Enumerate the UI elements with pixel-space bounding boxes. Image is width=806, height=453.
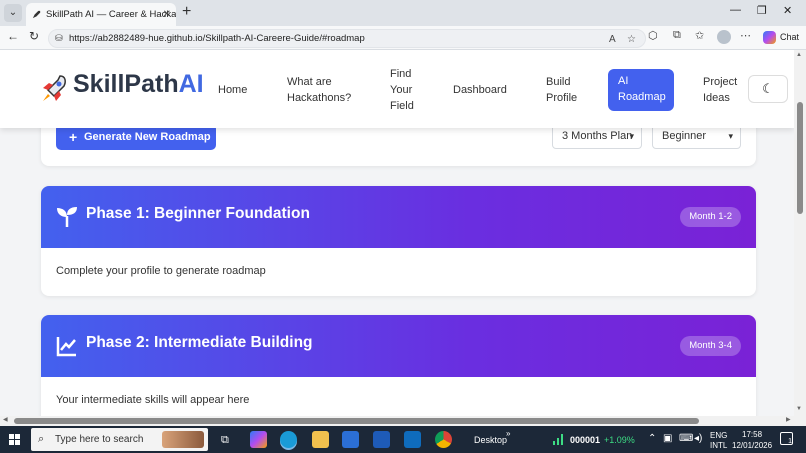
rocket-icon <box>43 75 66 101</box>
scroll-right-icon[interactable]: ▶ <box>786 416 791 423</box>
phase-header: Phase 2: Intermediate Building Month 3-4 <box>41 315 756 377</box>
vertical-scroll-thumb[interactable] <box>797 102 803 214</box>
keyboard-layout: INTL <box>710 441 728 450</box>
duration-select-value: 3 Months Plan <box>562 130 633 142</box>
restore-icon[interactable]: ❐ <box>757 4 767 17</box>
toolbar-expand-icon[interactable]: » <box>506 429 510 438</box>
scroll-left-icon[interactable]: ◀ <box>3 416 8 423</box>
clock-date: 12/01/2026 <box>732 441 773 450</box>
notifications-icon[interactable]: 1 <box>780 432 793 445</box>
horizontal-scroll-thumb[interactable] <box>14 418 699 424</box>
tab-title: SkillPath AI — Career & Hackathon <box>46 9 176 20</box>
split-screen-icon[interactable]: ⧉ <box>673 29 681 42</box>
logo-main-text: SkillPath <box>73 70 179 98</box>
extensions-icon[interactable]: ⬡ <box>648 29 658 42</box>
phase-duration-badge: Month 1-2 <box>680 207 741 227</box>
theme-toggle-button[interactable]: ☾ <box>748 75 788 103</box>
site-info-icon[interactable]: ⛁ <box>55 30 63 47</box>
taskbar-search-placeholder: Type here to search <box>55 434 144 445</box>
copilot-icon <box>763 31 776 44</box>
phase-card: Phase 2: Intermediate Building Month 3-4… <box>41 315 756 416</box>
clock-time[interactable]: 17:58 <box>742 430 762 439</box>
nav-ai-roadmap[interactable]: AI Roadmap <box>608 69 674 111</box>
stock-chart-icon <box>553 434 563 445</box>
microsoft-store-icon[interactable] <box>342 431 359 448</box>
file-explorer-icon[interactable] <box>312 431 329 448</box>
window-close-icon[interactable]: ✕ <box>783 4 792 17</box>
windows-start-icon[interactable] <box>9 434 21 446</box>
scroll-down-icon[interactable]: ▼ <box>796 406 802 412</box>
desktop-toolbar-label[interactable]: Desktop <box>474 435 507 445</box>
edge-browser-icon[interactable] <box>280 431 297 448</box>
tab-close-icon[interactable]: ✕ <box>163 3 171 26</box>
chart-line-icon <box>56 337 76 357</box>
chrome-icon[interactable] <box>435 431 452 448</box>
meet-now-icon[interactable]: ▣ <box>663 433 672 444</box>
nav-home[interactable]: Home <box>218 82 247 98</box>
phase-body-text: Complete your profile to generate roadma… <box>56 265 266 277</box>
refresh-icon[interactable]: ↻ <box>29 29 39 43</box>
stock-value[interactable]: 000001 <box>570 435 600 445</box>
page-viewport: SkillPathAI Home What are Hackathons? Fi… <box>0 50 794 416</box>
rocket-favicon-icon <box>32 10 41 19</box>
chat-label: Chat <box>780 32 800 42</box>
phase-header: Phase 1: Beginner Foundation Month 1-2 <box>41 186 756 248</box>
read-aloud-icon[interactable]: A <box>609 31 616 48</box>
nav-what-are-hackathons[interactable]: What are Hackathons? <box>287 74 357 106</box>
outlook-icon[interactable] <box>404 431 421 448</box>
generate-roadmap-label: Generate New Roadmap <box>84 131 211 143</box>
new-tab-icon[interactable]: + <box>182 3 191 21</box>
tab-list-chevron-icon[interactable]: ⌄ <box>4 4 22 22</box>
horizontal-scrollbar[interactable]: ◀ ▶ <box>0 416 806 426</box>
notification-count: 1 <box>788 438 792 445</box>
favorites-icon[interactable]: ✩ <box>695 29 704 42</box>
url-field[interactable]: ⛁ https://ab2882489-hue.github.io/Skillp… <box>48 29 646 48</box>
stock-change: +1.09% <box>604 435 635 445</box>
logo-accent-text: AI <box>178 70 204 98</box>
phase-title: Phase 2: Intermediate Building <box>86 334 313 351</box>
word-icon[interactable] <box>373 431 390 448</box>
phase-duration-badge: Month 3-4 <box>680 336 741 356</box>
taskbar-search-input[interactable]: ⌕ Type here to search <box>31 428 208 451</box>
volume-icon[interactable]: ◂) <box>694 433 702 444</box>
address-toolbar: ← ↻ ⛁ https://ab2882489-hue.github.io/Sk… <box>0 26 806 50</box>
show-hidden-icons-icon[interactable]: ⌃ <box>648 433 656 444</box>
level-select-value: Beginner <box>662 130 707 142</box>
moon-icon: ☾ <box>762 81 774 96</box>
scroll-up-icon[interactable]: ▲ <box>796 52 802 58</box>
search-icon: ⌕ <box>38 433 45 445</box>
url-text: https://ab2882489-hue.github.io/Skillpat… <box>69 33 365 44</box>
more-menu-icon[interactable]: ⋯ <box>740 29 751 42</box>
minimize-icon[interactable]: — <box>730 4 741 16</box>
nav-build-profile[interactable]: Build Profile <box>546 74 588 106</box>
browser-tab-bar: ⌄ SkillPath AI — Career & Hackathon ✕ + … <box>0 0 806 26</box>
copilot-chat-button[interactable]: Chat <box>760 29 802 46</box>
nav-project-ideas[interactable]: Project Ideas <box>703 74 743 106</box>
back-icon[interactable]: ← <box>7 29 19 43</box>
site-header: SkillPathAI Home What are Hackathons? Fi… <box>0 50 794 128</box>
profile-avatar[interactable] <box>717 30 731 44</box>
phase-body-text: Your intermediate skills will appear her… <box>56 394 250 406</box>
phase-title: Phase 1: Beginner Foundation <box>86 205 310 222</box>
copilot-taskbar-icon[interactable] <box>250 431 267 448</box>
vertical-scrollbar[interactable]: ▲ ▼ <box>794 50 806 416</box>
network-icon[interactable]: ⌨ <box>679 433 693 444</box>
browser-tab[interactable]: SkillPath AI — Career & Hackathon ✕ <box>26 3 176 26</box>
search-highlight-image <box>162 431 204 448</box>
seedling-icon <box>57 207 77 227</box>
windows-taskbar: ⌕ Type here to search ⧉ Desktop » 000001… <box>0 426 806 453</box>
nav-dashboard[interactable]: Dashboard <box>453 82 507 98</box>
nav-find-your-field[interactable]: Find Your Field <box>390 66 424 114</box>
task-view-icon[interactable]: ⧉ <box>221 434 229 447</box>
favorite-star-icon[interactable]: ☆ <box>627 31 636 48</box>
phase-card: Phase 1: Beginner Foundation Month 1-2 C… <box>41 186 756 296</box>
logo-text: SkillPathAI <box>73 70 204 99</box>
language-code[interactable]: ENG <box>710 431 727 440</box>
